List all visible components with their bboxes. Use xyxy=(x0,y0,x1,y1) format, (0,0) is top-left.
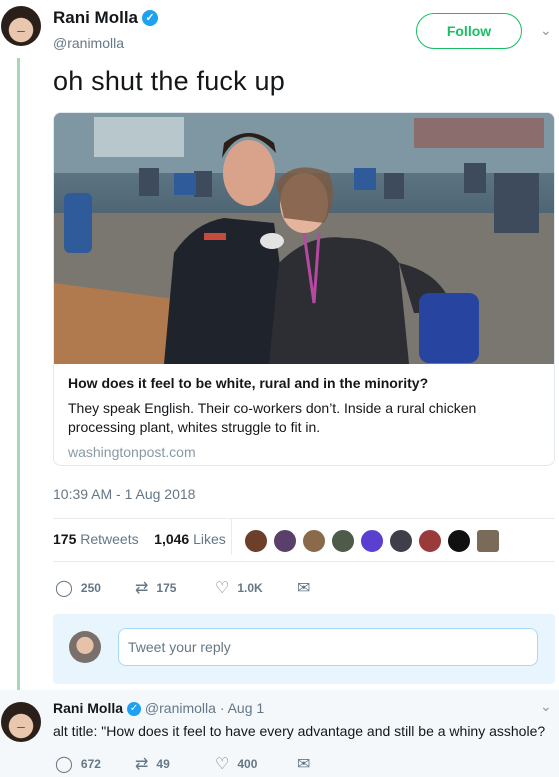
tweet-stats: 175 Retweets 1,046 Likes xyxy=(53,531,226,547)
author-handle[interactable]: @ranimolla xyxy=(53,35,124,51)
chevron-down-icon[interactable]: ⌄ xyxy=(540,22,552,39)
verified-badge-icon: ✓ xyxy=(142,10,159,26)
direct-message-button[interactable]: ✉ xyxy=(297,754,318,774)
card-domain: washingtonpost.com xyxy=(68,444,196,460)
liker-avatar[interactable] xyxy=(302,529,326,553)
liker-avatar[interactable] xyxy=(447,529,471,553)
retweets-stat[interactable]: 175 Retweets xyxy=(53,531,139,547)
envelope-icon: ✉ xyxy=(297,756,311,773)
retweet-icon: ⇄ xyxy=(135,756,149,773)
liker-avatar[interactable] xyxy=(360,529,384,553)
reply-author[interactable]: Rani Molla ✓ @ranimolla · Aug 1 xyxy=(53,700,264,716)
tweet-text: oh shut the fuck up xyxy=(53,66,285,96)
thread-connector-line xyxy=(17,58,20,698)
liker-avatar[interactable] xyxy=(244,529,268,553)
like-button[interactable]: ♡ 1.0K xyxy=(215,578,263,598)
reply-date[interactable]: · Aug 1 xyxy=(220,700,264,716)
liker-avatar[interactable] xyxy=(476,529,500,553)
reply-text: alt title: "How does it feel to have eve… xyxy=(53,723,546,739)
reply-button[interactable]: ◯ 672 xyxy=(55,754,101,774)
retweet-button[interactable]: ⇄ 49 xyxy=(135,754,170,774)
verified-badge-icon: ✓ xyxy=(127,702,142,716)
follow-button[interactable]: Follow xyxy=(416,13,522,49)
card-title: How does it feel to be white, rural and … xyxy=(68,375,429,391)
reply-tweet[interactable]: Rani Molla ✓ @ranimolla · Aug 1 ⌄ alt tit… xyxy=(0,690,559,777)
current-user-avatar xyxy=(69,631,101,663)
link-card[interactable]: How does it feel to be white, rural and … xyxy=(53,112,555,466)
reply-composer: Tweet your reply xyxy=(53,614,555,684)
reply-author-avatar[interactable] xyxy=(1,702,41,742)
tweet-timestamp[interactable]: 10:39 AM - 1 Aug 2018 xyxy=(53,486,195,502)
reply-button[interactable]: ◯ 250 xyxy=(55,578,101,598)
heart-icon: ♡ xyxy=(215,756,230,773)
retweet-icon: ⇄ xyxy=(135,580,149,597)
liker-avatar[interactable] xyxy=(331,529,355,553)
reply-handle[interactable]: @ranimolla xyxy=(145,700,216,716)
liker-avatar[interactable] xyxy=(418,529,442,553)
chevron-down-icon[interactable]: ⌄ xyxy=(540,698,552,715)
reply-icon: ◯ xyxy=(55,580,73,597)
reply-icon: ◯ xyxy=(55,756,73,773)
envelope-icon: ✉ xyxy=(297,580,311,597)
direct-message-button[interactable]: ✉ xyxy=(297,578,318,598)
divider xyxy=(53,561,555,562)
like-button[interactable]: ♡ 400 xyxy=(215,754,257,774)
reply-input[interactable]: Tweet your reply xyxy=(118,628,538,666)
liker-avatar[interactable] xyxy=(273,529,297,553)
heart-icon: ♡ xyxy=(215,580,230,597)
author-avatar[interactable] xyxy=(1,6,41,46)
likes-stat[interactable]: 1,046 Likes xyxy=(154,531,226,547)
author-name[interactable]: Rani Molla ✓ xyxy=(53,8,159,28)
card-image xyxy=(54,113,554,364)
liker-avatar[interactable] xyxy=(389,529,413,553)
retweet-button[interactable]: ⇄ 175 xyxy=(135,578,176,598)
card-description: They speak English. Their co-workers don… xyxy=(68,400,477,435)
divider xyxy=(53,518,555,519)
stats-separator xyxy=(231,519,232,555)
